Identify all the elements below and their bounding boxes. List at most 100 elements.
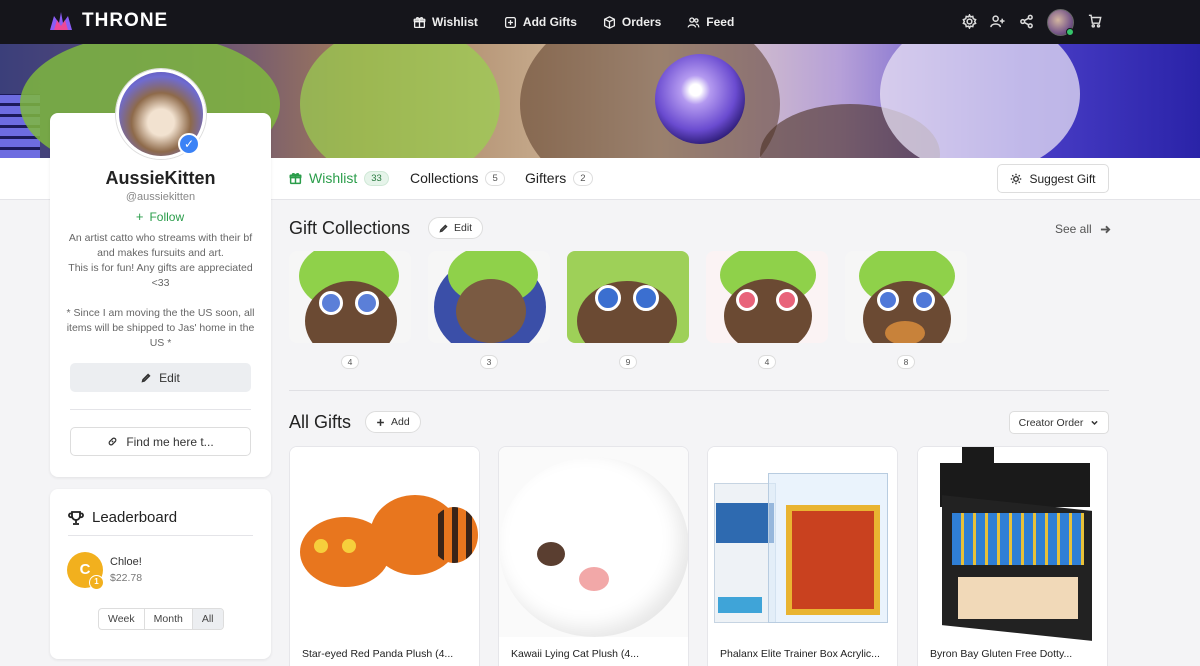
tab-wishlist-count: 33 [364, 170, 389, 186]
nav-wishlist-label: Wishlist [432, 15, 478, 29]
gift-card[interactable]: Byron Bay Gluten Free Dotty... [917, 446, 1108, 666]
sort-order-select[interactable]: Creator Order [1009, 411, 1109, 434]
profile-name: AussieKitten [105, 168, 216, 188]
tab-collections[interactable]: Collections 5 [410, 170, 505, 186]
gift-card[interactable]: Phalanx Elite Trainer Box Acrylic... [707, 446, 898, 666]
gift-collections-title: Gift Collections [289, 218, 411, 238]
main-nav: Wishlist Add Gifts Orders Feed [413, 0, 734, 44]
settings-button[interactable] [962, 13, 977, 34]
tab-wishlist-label: Wishlist [309, 170, 358, 186]
nav-wishlist[interactable]: Wishlist [413, 15, 478, 29]
period-tab-month[interactable]: Month [145, 609, 193, 629]
tab-gifters[interactable]: Gifters 2 [525, 170, 593, 186]
follow-button[interactable]: + Follow [110, 209, 210, 224]
cart-icon [1088, 14, 1102, 28]
plus-icon [377, 418, 384, 426]
gift-image [708, 447, 897, 637]
collection-card[interactable]: 8 [845, 251, 967, 369]
collection-count: 8 [897, 355, 915, 369]
collection-count: 9 [619, 355, 637, 369]
brand[interactable]: THRONE [48, 10, 168, 32]
collection-thumbnail [706, 251, 828, 343]
users-icon [687, 16, 700, 28]
edit-collections-button[interactable]: Edit [428, 217, 484, 239]
nav-feed[interactable]: Feed [687, 15, 734, 29]
banner-art-shape [300, 44, 500, 158]
add-gift-button[interactable]: Add [365, 411, 421, 433]
gift-title: Star-eyed Red Panda Plush (4... [302, 648, 454, 660]
nav-feed-label: Feed [706, 15, 735, 29]
banner-art-shape [880, 44, 1080, 158]
divider [68, 535, 253, 536]
throne-logo-icon [50, 12, 72, 30]
arrow-right-icon [1100, 225, 1111, 233]
leaderboard-title-text: Leaderboard [92, 509, 178, 526]
nav-add-gifts[interactable]: Add Gifts [504, 15, 577, 29]
collection-card[interactable]: 9 [567, 251, 689, 369]
brand-name: THRONE [82, 10, 169, 31]
edit-profile-label: Edit [159, 370, 180, 385]
add-user-button[interactable] [990, 14, 1005, 34]
divider [289, 390, 1109, 391]
leaderboard-title: Leaderboard [68, 509, 177, 526]
period-tab-week[interactable]: Week [99, 609, 145, 629]
online-status-dot [1066, 28, 1074, 36]
gift-image [290, 447, 479, 637]
share-button[interactable] [1019, 14, 1034, 34]
avatar[interactable] [1047, 9, 1074, 36]
see-all-label: See all [1055, 222, 1092, 236]
plus-icon: + [135, 209, 144, 224]
gifter-name[interactable]: Chloe! [110, 556, 142, 568]
collection-count: 4 [341, 355, 359, 369]
gift-icon [289, 172, 302, 184]
pencil-icon [141, 372, 151, 382]
divider [70, 409, 251, 410]
tab-collections-label: Collections [410, 170, 479, 186]
cart-button[interactable] [1088, 14, 1102, 33]
follow-label: Follow [149, 210, 185, 224]
collection-count: 4 [758, 355, 776, 369]
profile-bio: An artist catto who streams with their b… [66, 232, 255, 349]
collection-thumbnail [428, 251, 550, 343]
suggest-gift-button[interactable]: Suggest Gift [997, 164, 1109, 193]
link-icon [108, 437, 117, 446]
profile-handle: @aussiekitten [125, 191, 196, 203]
period-tab-all[interactable]: All [192, 609, 223, 629]
chevron-down-icon [1091, 420, 1099, 426]
leaderboard-period-tabs: Week Month All [98, 608, 224, 630]
tab-gifters-label: Gifters [525, 170, 567, 186]
gift-title: Byron Bay Gluten Free Dotty... [930, 648, 1073, 660]
gift-image [499, 447, 688, 637]
nav-add-gifts-label: Add Gifts [522, 15, 577, 29]
collection-thumbnail [289, 251, 411, 343]
nav-orders[interactable]: Orders [603, 15, 661, 29]
gift-card[interactable]: Kawaii Lying Cat Plush (4... [498, 446, 689, 666]
leaderboard-card: Leaderboard C 1 Chloe! $22.78 Week Month… [50, 489, 271, 659]
sort-order-label: Creator Order [1018, 416, 1084, 429]
collection-thumbnail [845, 251, 967, 343]
gift-card[interactable]: Star-eyed Red Panda Plush (4... [289, 446, 480, 666]
gift-title: Phalanx Elite Trainer Box Acrylic... [720, 648, 880, 660]
edit-profile-button[interactable]: Edit [70, 363, 251, 392]
banner-art-eye [655, 54, 745, 144]
collection-count: 3 [480, 355, 498, 369]
all-gifts-title: All Gifts [289, 412, 352, 432]
tab-wishlist[interactable]: Wishlist 33 [289, 170, 389, 186]
collection-thumbnail [567, 251, 689, 343]
add-gift-label: Add [391, 416, 410, 428]
collection-card[interactable]: 3 [428, 251, 550, 369]
collection-card[interactable]: 4 [289, 251, 411, 369]
gifter-amount: $22.78 [110, 572, 143, 584]
tab-collections-count: 5 [485, 170, 505, 186]
rank-badge: 1 [89, 575, 104, 590]
trophy-icon [68, 510, 84, 525]
see-all-link[interactable]: See all [1055, 222, 1111, 236]
nav-orders-label: Orders [621, 15, 662, 29]
lightbulb-icon [1011, 173, 1022, 184]
collection-card[interactable]: 4 [706, 251, 828, 369]
suggest-gift-label: Suggest Gift [1029, 171, 1096, 186]
verified-check-icon: ✓ [178, 133, 200, 155]
find-me-here-button[interactable]: Find me here t... [70, 427, 251, 456]
add-user-icon [990, 15, 1005, 28]
edit-collections-label: Edit [454, 222, 473, 234]
